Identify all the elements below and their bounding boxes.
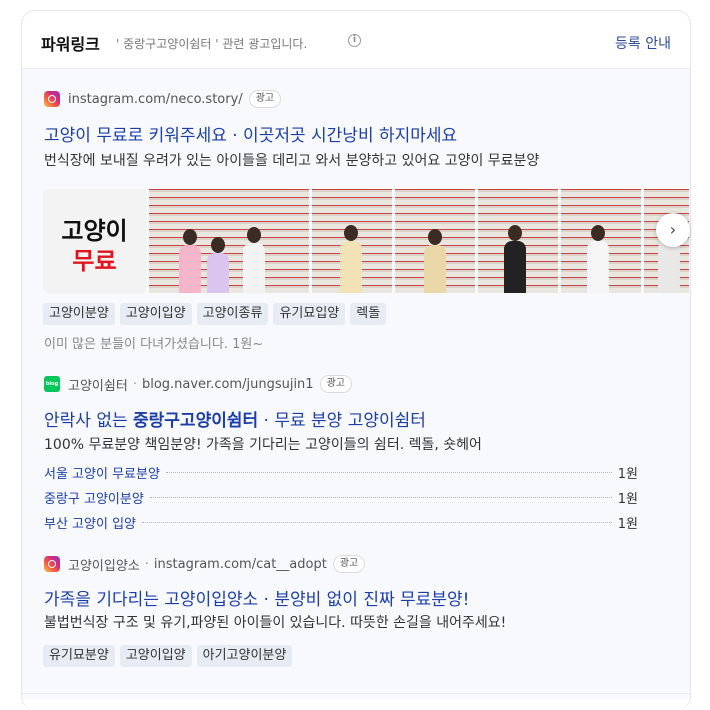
sublink-price: 1원	[617, 466, 638, 482]
ad-title-keyword: 중랑구고양이쉼터	[133, 411, 259, 431]
gallery-next-arrow-icon[interactable]: ›	[656, 213, 690, 247]
powerlink-card: 파워링크 ' 중랑구고양이쉼터 ' 관련 광고입니다. i 등록 안내 inst…	[21, 10, 691, 710]
sublink-price: 1원	[617, 516, 638, 532]
ad-url[interactable]: blog.naver.com/jungsujin1	[142, 377, 314, 392]
ad-title-suffix: · 무료 분양 고양이쉼터	[258, 411, 426, 431]
ad-title[interactable]: 안락사 없는 중랑구고양이쉼터 · 무료 분양 고양이쉼터	[44, 406, 426, 431]
section-description: ' 중랑구고양이쉼터 ' 관련 광고입니다.	[116, 37, 308, 51]
section-title: 파워링크	[41, 35, 100, 54]
leader-line	[165, 471, 612, 473]
instagram-icon	[44, 556, 60, 572]
instagram-icon	[44, 91, 60, 107]
sublink-row[interactable]: 서울 고양이 무료분양 1원	[44, 463, 638, 482]
ad-description: 불법번식장 구조 및 유기,파양된 아이들이 있습니다. 따뜻한 손길을 내어주…	[44, 615, 507, 631]
leader-line	[142, 521, 612, 523]
ad-description: 100% 무료분양 책임분양! 가족을 기다리는 고양이들의 쉼터. 렉돌, 숏…	[44, 437, 482, 453]
sublink-label[interactable]: 부산 고양이 입양	[44, 513, 136, 532]
thumbnail-banner[interactable]: 고양이 무료	[43, 189, 146, 293]
info-icon[interactable]: i	[348, 34, 361, 47]
ad-list: instagram.com/neco.story/ 광고 고양이 무료로 키워주…	[22, 69, 690, 699]
ad-tags: 유기묘분양 고양이입양 아기고양이분양	[43, 645, 293, 667]
ad-badge: 광고	[319, 375, 352, 393]
keyword-tag[interactable]: 유기묘분양	[43, 645, 115, 667]
ad-badge: 광고	[332, 555, 366, 573]
sublink-row[interactable]: 중랑구 고양이분양 1원	[44, 488, 638, 507]
keyword-tag[interactable]: 아기고양이분양	[196, 645, 293, 667]
ad-title[interactable]: 고양이 무료로 키워주세요 · 이곳저곳 시간낭비 하지마세요	[44, 121, 457, 146]
ad-url[interactable]: instagram.com/cat__adopt	[154, 557, 327, 572]
bottom-divider	[22, 693, 690, 694]
naver-blog-icon: blog	[44, 376, 60, 392]
thumbnail-text-line2: 무료	[72, 247, 117, 275]
keyword-tag[interactable]: 고양이입양	[119, 303, 192, 325]
ad-description: 번식장에 보내질 우려가 있는 아이들을 데리고 와서 분양하고 있어요 고양이…	[44, 153, 540, 169]
ad-badge: 광고	[248, 90, 282, 108]
gallery-photo[interactable]	[149, 189, 309, 293]
sublink-row[interactable]: 부산 고양이 입양 1원	[44, 513, 638, 532]
ad-source[interactable]: instagram.com/neco.story/ 광고	[44, 89, 282, 109]
ad-title[interactable]: 가족을 기다리는 고양이입양소 · 분양비 없이 진짜 무료분양!	[44, 585, 469, 610]
register-guide-link[interactable]: 등록 안내	[615, 33, 671, 53]
ad-title-prefix: 안락사 없는	[44, 411, 134, 431]
ad-tags: 고양이분양 고양이입양 고양이종류 유기묘입양 렉돌	[43, 303, 387, 325]
sublink-label[interactable]: 중랑구 고양이분양	[44, 488, 144, 507]
ad-source[interactable]: blog 고양이쉼터 · blog.naver.com/jungsujin1 광…	[44, 374, 352, 394]
keyword-tag[interactable]: 고양이분양	[43, 303, 115, 325]
ad-source-name[interactable]: 고양이입양소	[68, 555, 140, 574]
ad-source-name[interactable]: 고양이쉼터	[68, 375, 128, 394]
gallery-photo[interactable]	[561, 189, 641, 293]
keyword-tag[interactable]: 고양이입양	[119, 645, 192, 667]
ad-source[interactable]: 고양이입양소 · instagram.com/cat__adopt 광고	[44, 554, 366, 574]
image-gallery[interactable]: 고양이 무료	[43, 189, 689, 293]
ad-url[interactable]: instagram.com/neco.story/	[68, 92, 243, 107]
gallery-photo[interactable]	[395, 189, 475, 293]
sublink-label[interactable]: 서울 고양이 무료분양	[44, 463, 160, 482]
sublink-price: 1원	[617, 491, 638, 507]
keyword-tag[interactable]: 유기묘입양	[273, 303, 346, 325]
gallery-photo[interactable]	[312, 189, 392, 293]
leader-line	[149, 496, 612, 498]
ad-note: 이미 많은 분들이 다녀가셨습니다. 1원~	[44, 337, 264, 352]
keyword-tag[interactable]: 고양이종류	[196, 303, 269, 325]
keyword-tag[interactable]: 렉돌	[350, 303, 387, 325]
gallery-photo[interactable]	[478, 189, 558, 293]
card-header: 파워링크 ' 중랑구고양이쉼터 ' 관련 광고입니다. i 등록 안내	[22, 11, 690, 69]
